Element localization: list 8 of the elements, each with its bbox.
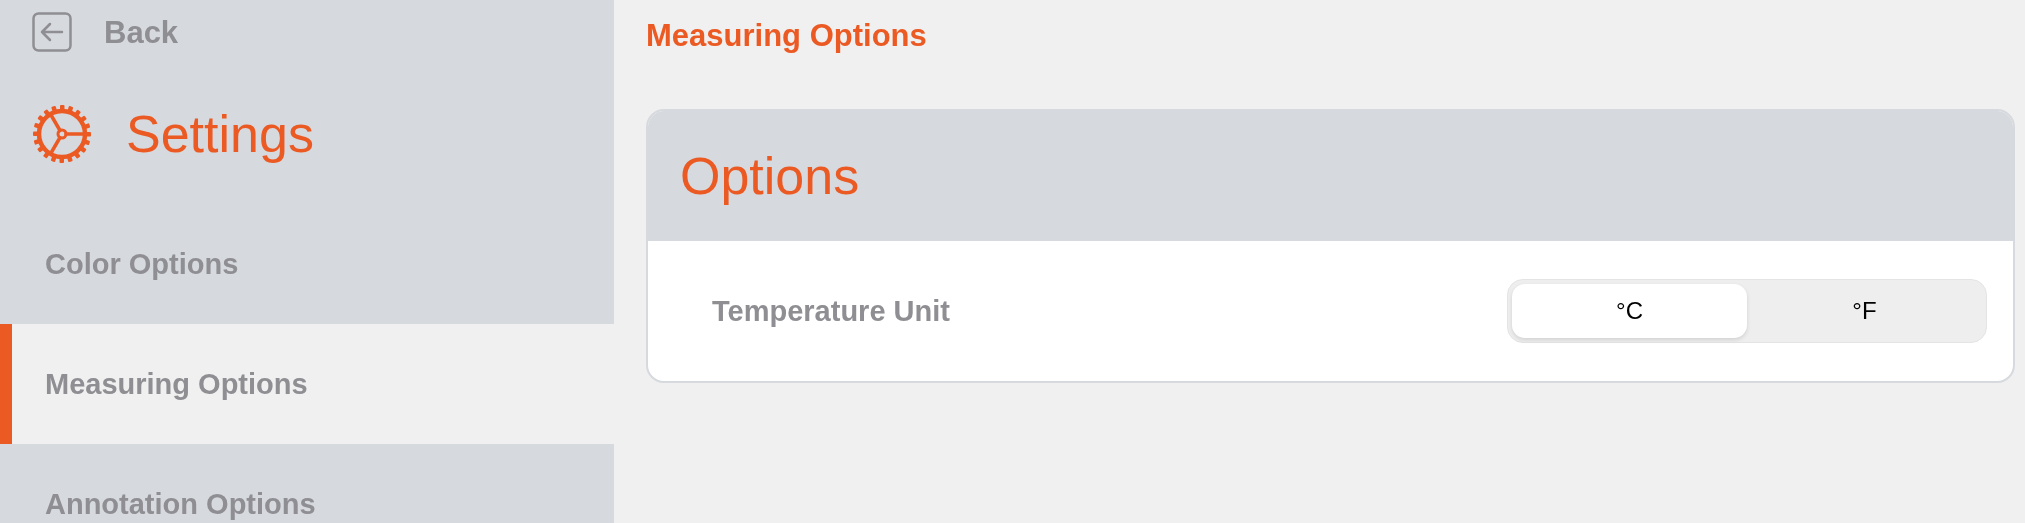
page-title: Measuring Options <box>646 17 928 55</box>
setting-label: Temperature Unit <box>712 294 950 328</box>
sidebar-title: Settings <box>126 104 314 164</box>
card-title: Options <box>648 111 2013 241</box>
back-button[interactable]: Back <box>104 16 179 48</box>
sidebar-item[interactable]: Measuring Options <box>0 324 614 444</box>
segment-button[interactable]: °C <box>1512 284 1747 338</box>
segment-button[interactable]: °F <box>1747 284 1982 338</box>
